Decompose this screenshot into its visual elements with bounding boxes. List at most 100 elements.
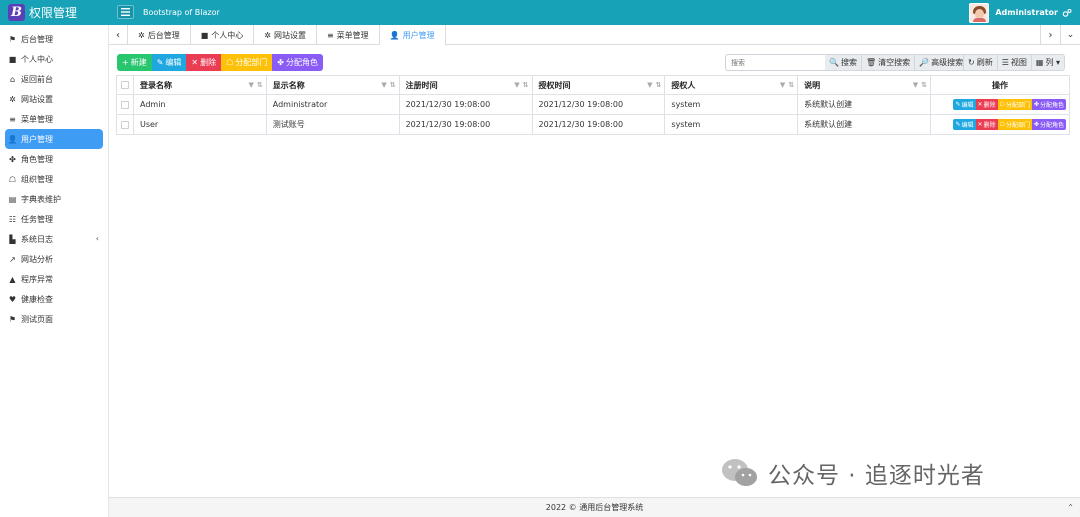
view-button-0[interactable]: ↻ 刷新 [963,54,998,71]
menu-toggle-button[interactable] [117,5,134,19]
sidebar-item-14[interactable]: ⚑ 测试页面 [5,309,103,329]
tab-label: 菜单管理 [336,30,369,40]
sidebar-item-7[interactable]: ☖ 组织管理 [5,169,103,189]
tab-scroll-left-button[interactable]: ‹ [109,25,128,45]
sidebar-item-9[interactable]: ☷ 任务管理 [5,209,103,229]
users-icon: ✤ [9,154,16,164]
column-header-1[interactable]: 显示名称 ▼ ⇅ [265,75,400,95]
sidebar-item-5[interactable]: 👤 用户管理 [5,129,103,149]
filter-icon[interactable]: ▼ [381,81,386,89]
list-icon: ☰ [1001,58,1009,67]
watermark-text: 公众号 · 追逐时光者 [768,463,985,489]
sitemap-icon: ☖ [226,58,234,67]
select-all-checkbox[interactable] [121,81,129,89]
sidebar-item-label: 任务管理 [21,214,53,224]
sort-icon[interactable]: ⇅ [656,81,662,89]
column-header-label: 显示名称 [272,80,305,90]
sort-icon[interactable]: ⇅ [788,81,794,89]
tab-icon: ✲ [264,30,271,40]
tab-2[interactable]: ✲ 网站设置 [254,25,317,45]
view-button-2[interactable]: ▦ 列 ▾ [1031,54,1065,71]
filter-icon[interactable]: ▼ [249,81,254,89]
filter-icon[interactable]: ▼ [514,81,519,89]
sidebar-item-11[interactable]: ↗ 网站分析 [5,249,103,269]
row-action-button-2[interactable]: ☖ 分配部门 [997,99,1032,110]
user-menu[interactable]: Administrator [969,2,1072,23]
tab-label: 用户管理 [402,30,435,40]
row-select-cell [116,94,134,115]
tab-4[interactable]: 👤 用户管理 [379,25,446,46]
column-tools: ▼ ⇅ [249,81,263,89]
column-header-2[interactable]: 注册时间 ▼ ⇅ [398,75,533,95]
toolbar-button-4[interactable]: ✤ 分配角色 [272,54,323,71]
row-action-button-2[interactable]: ☖ 分配部门 [997,119,1032,130]
toolbar-button-3[interactable]: ☖ 分配部门 [221,54,273,71]
toolbar-button-0[interactable]: + 新建 [117,54,152,71]
toolbar-button-1[interactable]: ✎ 编辑 [151,54,187,71]
column-header-4[interactable]: 授权人 ▼ ⇅ [664,75,799,95]
sidebar-item-8[interactable]: ▤ 字典表维护 [5,189,103,209]
search-button-1[interactable]: 🗑 清空搜索 [861,54,916,71]
row-action-label: 分配角色 [1039,122,1064,129]
sort-icon[interactable]: ⇅ [390,81,396,89]
sidebar-item-3[interactable]: ✲ 网站设置 [5,89,103,109]
tab-0[interactable]: ✲ 后台管理 [128,25,191,45]
search-icon: 🔍 [829,58,839,67]
search-button-2[interactable]: 🔎 高级搜索 [915,54,969,71]
chart-line-icon: ↗ [9,254,16,264]
tab-dropdown-button[interactable]: ⌄ [1060,25,1080,45]
search-input[interactable] [725,54,825,71]
column-header-3[interactable]: 授权时间 ▼ ⇅ [531,75,666,95]
row-checkbox[interactable] [121,120,129,129]
column-tools: ▼ ⇅ [913,81,927,89]
row-action-button-1[interactable]: ✕ 删除 [975,99,998,110]
chevron-down-icon: ⌄ [1066,30,1075,40]
tab-scroll-right-button[interactable]: › [1040,25,1060,45]
user-name: Administrator [995,8,1058,17]
sidebar-item-2[interactable]: ⌂ 返回前台 [5,69,103,89]
sort-icon[interactable]: ⇅ [921,81,927,89]
brand[interactable]: B 权限管理 [0,0,109,25]
scroll-top-icon[interactable]: ⌃ [1067,503,1074,512]
row-action-button-0[interactable]: ✎ 编辑 [953,99,976,110]
search-button-0[interactable]: 🔍 搜索 [825,54,862,71]
cell-description: 系统默认创建 [797,94,931,115]
cell-login: Admin [132,94,267,115]
users-icon: ✤ [277,58,284,67]
sort-icon[interactable]: ⇅ [523,81,529,89]
column-header-label: 授权人 [671,80,696,90]
table-row[interactable]: User 测试账号 2021/12/30 19:08:00 2021/12/30 19… [116,114,1071,135]
table-row[interactable]: Admin Administrator 2021/12/30 19:08:00 202… [116,94,1071,115]
column-header-0[interactable]: 登录名称 ▼ ⇅ [132,75,267,95]
footer: 2022 © 通用后台管理系统 ⌃ [109,497,1080,517]
sidebar-item-10[interactable]: ▙ 系统日志 ‹ [5,229,103,249]
row-action-button-1[interactable]: ✕ 删除 [975,119,998,130]
tab-3[interactable]: ≡ 菜单管理 [317,25,380,45]
select-all-cell [116,75,134,95]
plus-icon: + [122,58,129,67]
sidebar-item-1[interactable]: ■ 个人中心 [5,49,103,69]
heartbeat-icon: ♥ [8,294,17,304]
cell-display: 测试账号 [265,114,400,135]
sort-icon[interactable]: ⇅ [257,81,263,89]
view-button-1[interactable]: ☰ 视图 [997,54,1032,71]
chevron-left-icon: ‹ [95,234,99,243]
cogs-icon[interactable] [1062,8,1072,18]
column-header-5[interactable]: 说明 ▼ ⇅ [797,75,931,95]
row-action-button-3[interactable]: ✤ 分配角色 [1031,99,1066,110]
row-checkbox[interactable] [121,100,129,109]
sidebar-item-0[interactable]: ⚑ 后台管理 [5,29,103,49]
row-action-button-0[interactable]: ✎ 编辑 [953,119,976,130]
view-buttons: ↻ 刷新 ☰ 视图 ▦ 列 ▾ [963,54,1065,71]
sidebar-item-6[interactable]: ✤ 角色管理 [5,149,103,169]
toolbar-button-2[interactable]: ✕ 删除 [186,54,222,71]
row-action-button-3[interactable]: ✤ 分配角色 [1031,119,1066,130]
filter-icon[interactable]: ▼ [647,81,652,89]
filter-icon[interactable]: ▼ [780,81,785,89]
sidebar-item-13[interactable]: ♥ 健康检查 [5,289,103,309]
sidebar-item-12[interactable]: ▲ 程序异常 [5,269,103,289]
filter-icon[interactable]: ▼ [913,81,918,89]
tab-label: 后台管理 [147,30,180,40]
sidebar-item-4[interactable]: ≡ 菜单管理 [5,109,103,129]
tab-1[interactable]: ■ 个人中心 [191,25,255,45]
